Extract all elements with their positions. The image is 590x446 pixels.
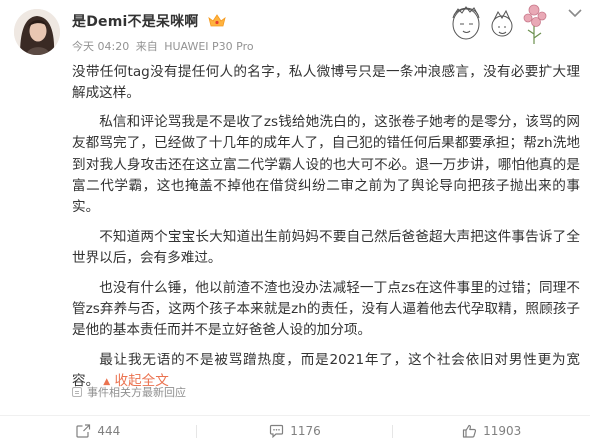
post-paragraph-4: 也没有什么锤，他以前渣不渣也没办法减轻一丁点zs在这件事里的过错；同理不管zs弃… <box>72 279 580 339</box>
post-source: HUAWEI P30 Pro <box>164 40 254 53</box>
comment-count[interactable]: 1176 <box>290 424 321 438</box>
like-count[interactable]: 11903 <box>483 424 521 438</box>
related-event-link[interactable]: 事件相关方最新回应 <box>72 384 186 400</box>
source-prefix: 来自 <box>135 40 158 53</box>
author-name[interactable]: 是Demi不是呆咪啊 <box>72 11 226 31</box>
post-header: 是Demi不是呆咪啊 今天 04:20 来自 HUAWEI P30 Pro <box>0 0 590 60</box>
action-bar: 444 1176 11903 <box>0 416 590 446</box>
vip-crown-icon[interactable] <box>207 14 226 28</box>
post-paragraph-1: 没带任何tag没有提任何人的名字，私人微博号只是一条冲浪感言，没有必要扩大理解成… <box>72 64 580 102</box>
related-event-icon <box>72 387 82 397</box>
avatar-photo <box>14 9 60 55</box>
avatar[interactable] <box>14 9 60 55</box>
repost-icon <box>76 424 91 438</box>
comment-button[interactable]: 1176 <box>197 416 394 446</box>
repost-button[interactable]: 444 <box>0 416 197 446</box>
chevron-down-icon[interactable] <box>566 6 584 20</box>
post-paragraph-2: 私信和评论骂我是不是收了zs钱给她洗白的，这张卷子她考的是零分，该骂的网友都骂完… <box>72 113 580 216</box>
post-body: 没带任何tag没有提任何人的名字，私人微博号只是一条冲浪感言，没有必要扩大理解成… <box>72 62 580 402</box>
post-meta: 今天 04:20 来自 HUAWEI P30 Pro <box>72 38 257 54</box>
post-time: 今天 04:20 <box>72 40 130 53</box>
repost-count[interactable]: 444 <box>97 424 120 438</box>
like-button[interactable]: 11903 <box>393 416 590 446</box>
comment-icon <box>270 424 284 438</box>
post-paragraph-3: 不知道两个宝宝长大知道出生前妈妈不要自己然后爸爸超大声把这件事告诉了全世界以后，… <box>72 228 580 267</box>
author-name-text[interactable]: 是Demi不是呆咪啊 <box>72 14 199 30</box>
sketch-decoration <box>452 4 547 44</box>
like-icon <box>462 424 477 438</box>
related-event-label[interactable]: 事件相关方最新回应 <box>87 386 186 399</box>
